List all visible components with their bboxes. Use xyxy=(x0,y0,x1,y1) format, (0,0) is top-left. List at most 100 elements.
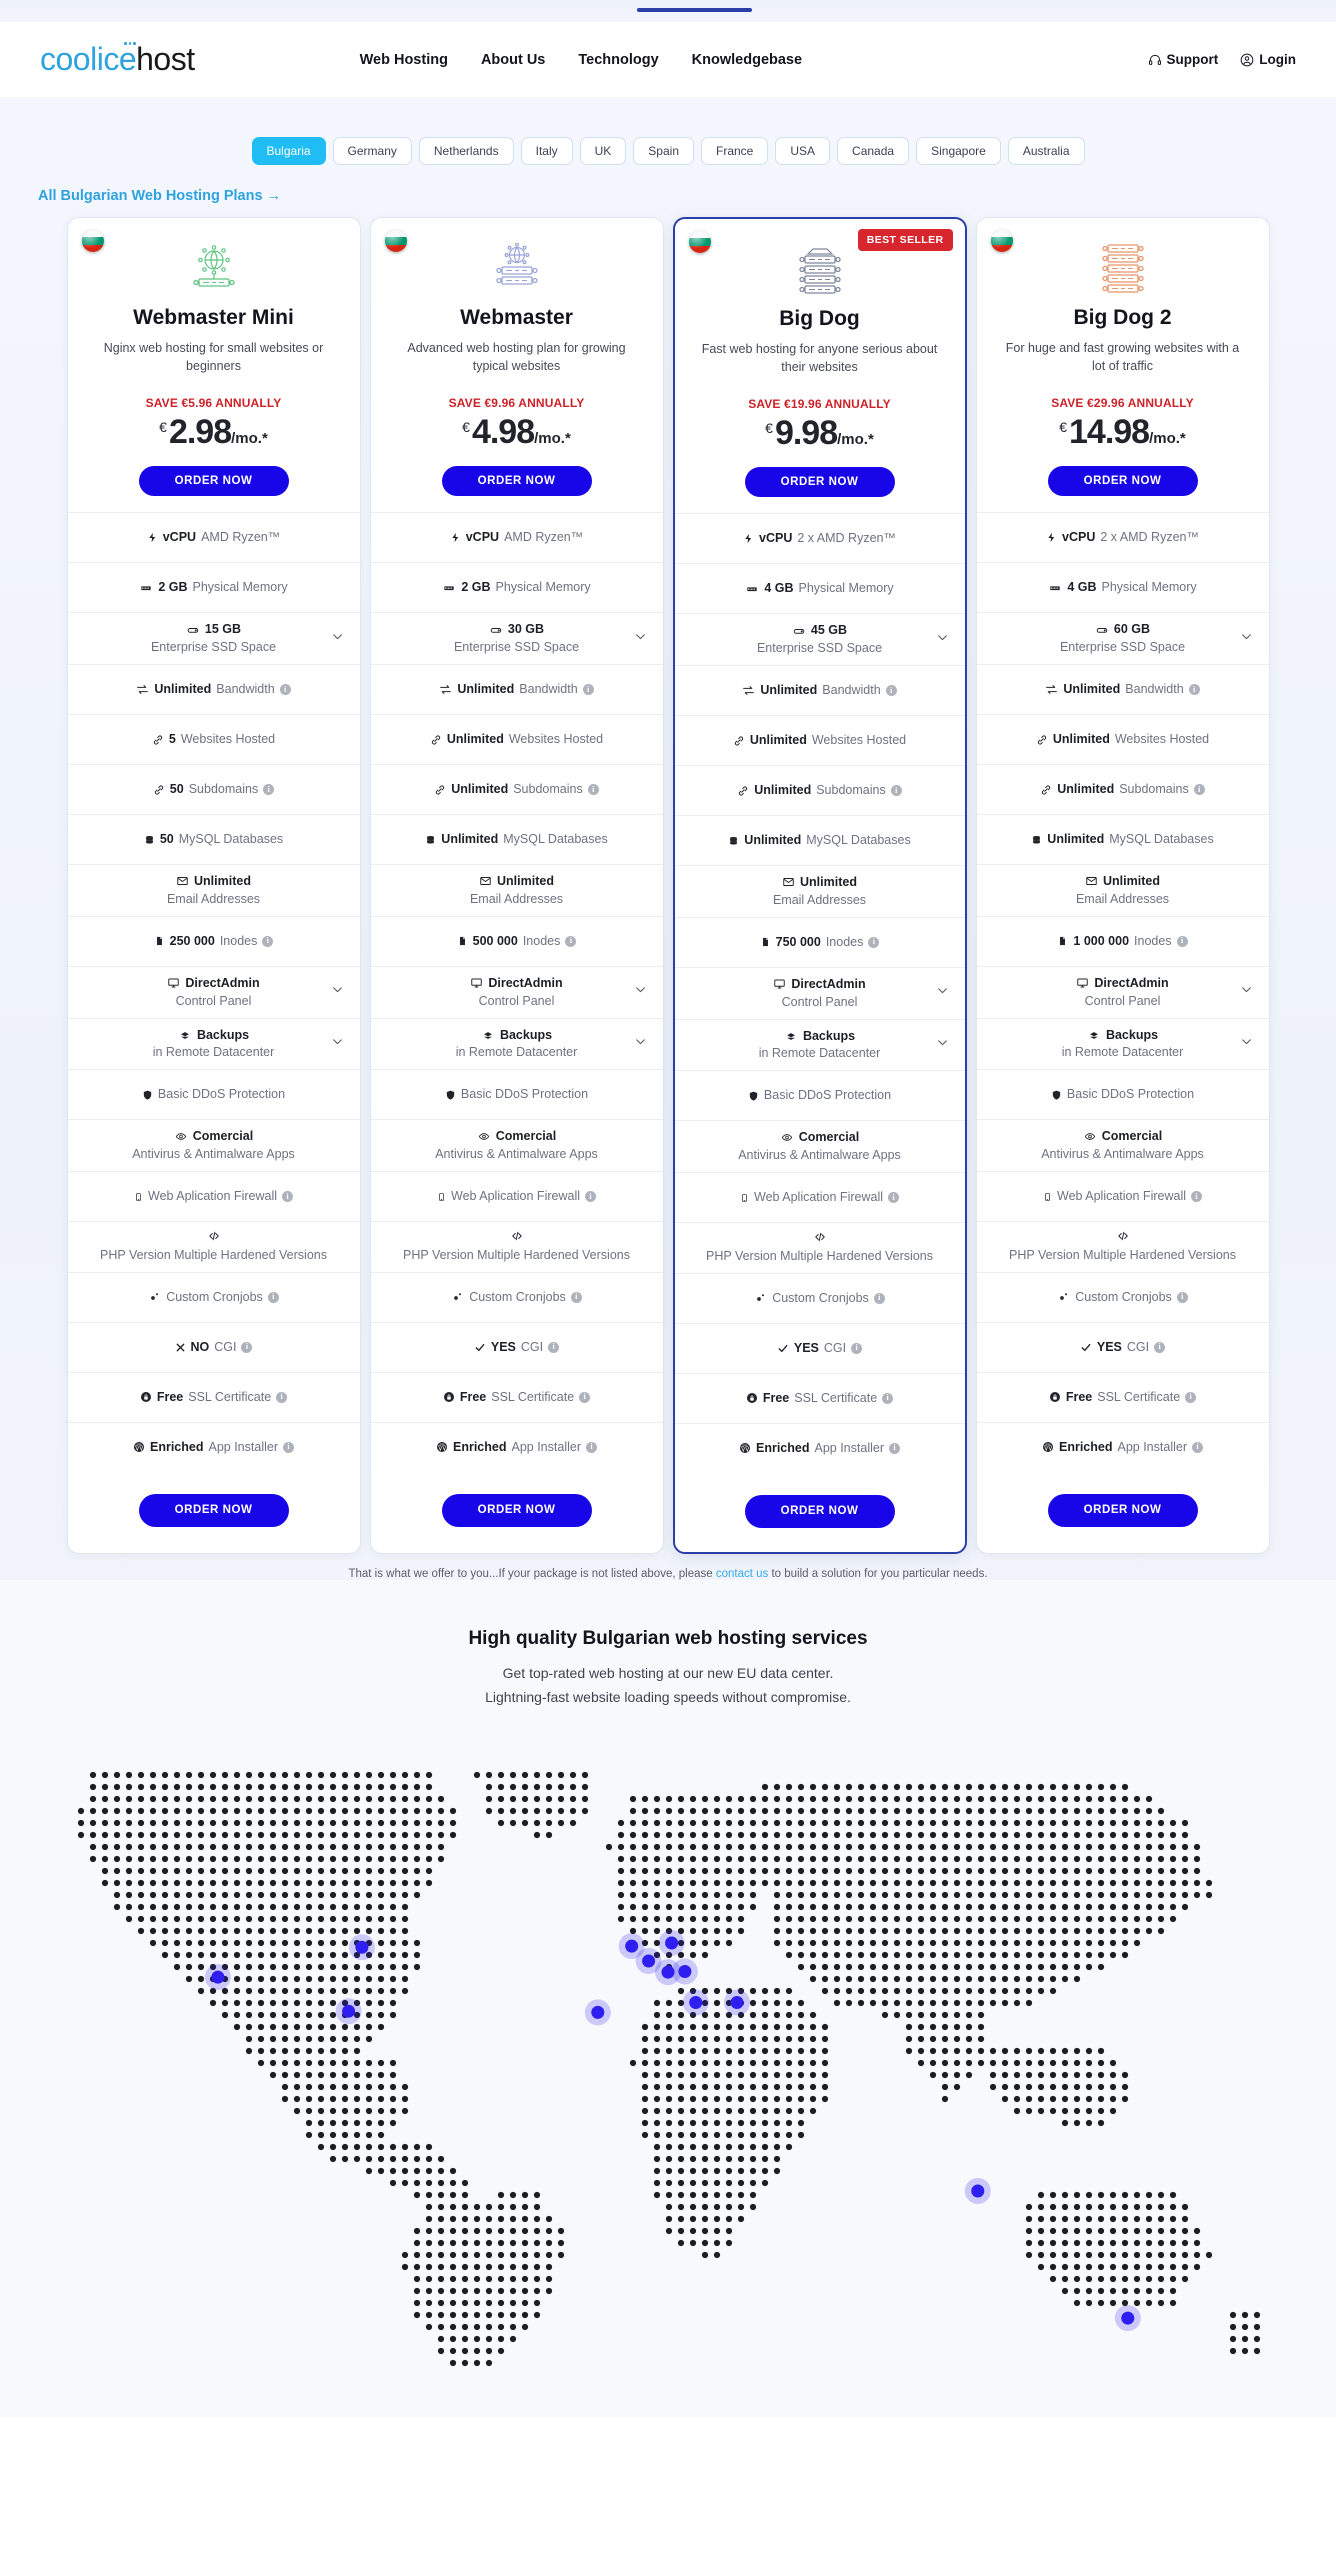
feature-value: 5 xyxy=(168,732,176,747)
feature-line-secondary: Antivirus & Antimalware Apps xyxy=(738,1148,901,1163)
chevron-down-icon[interactable] xyxy=(936,984,949,1002)
info-icon[interactable]: i xyxy=(585,1191,596,1202)
info-icon[interactable]: i xyxy=(1191,1441,1203,1453)
bolt-icon xyxy=(450,531,461,544)
info-icon[interactable]: i xyxy=(1176,935,1188,947)
info-icon[interactable]: i xyxy=(851,1342,863,1354)
chevron-down-icon[interactable] xyxy=(1240,1035,1253,1053)
chevron-down-icon[interactable] xyxy=(936,631,949,649)
feature-value: Free xyxy=(156,1389,184,1404)
info-icon[interactable]: i xyxy=(263,784,275,795)
info-icon[interactable]: i xyxy=(548,1341,560,1353)
country-tab-canada[interactable]: Canada xyxy=(837,137,910,165)
country-tab-italy[interactable]: Italy xyxy=(520,137,573,165)
support-link[interactable]: Support xyxy=(1148,52,1218,67)
plan-feature-row: vCPU 2 x AMD Ryzen™ xyxy=(674,513,965,563)
info-icon[interactable]: i xyxy=(279,684,291,695)
info-icon[interactable]: i xyxy=(888,1442,900,1454)
login-link[interactable]: Login xyxy=(1240,52,1296,67)
info-icon[interactable]: i xyxy=(582,684,594,695)
chevron-down-icon[interactable] xyxy=(1240,630,1253,648)
info-icon[interactable]: i xyxy=(570,1291,582,1303)
backup-icon xyxy=(481,1029,495,1041)
site-logo[interactable]: coolice host xyxy=(40,41,195,78)
info-icon[interactable]: i xyxy=(267,1291,279,1303)
nav-item-web-hosting[interactable]: Web Hosting xyxy=(360,52,448,68)
nav-item-knowledgebase[interactable]: Knowledgebase xyxy=(692,52,802,68)
order-now-button-top[interactable]: ORDER NOW xyxy=(744,467,895,498)
info-icon[interactable]: i xyxy=(873,1292,885,1304)
country-tab-uk[interactable]: UK xyxy=(579,137,627,165)
chevron-down-icon[interactable] xyxy=(936,1036,949,1054)
plan-feature-row: Basic DDoS Protection xyxy=(674,1070,965,1120)
plan-feature-row: DirectAdmin Control Panel xyxy=(976,965,1269,1018)
info-icon[interactable]: i xyxy=(890,785,902,796)
chevron-down-icon[interactable] xyxy=(331,1035,344,1053)
feature-value: YES xyxy=(793,1340,819,1355)
chevron-down-icon[interactable] xyxy=(1240,983,1253,1001)
info-icon[interactable]: i xyxy=(882,1392,894,1404)
chevron-down-icon[interactable] xyxy=(331,983,344,1001)
contact-us-link[interactable]: contact us xyxy=(716,1568,768,1580)
info-icon[interactable]: i xyxy=(282,1441,294,1453)
info-icon[interactable]: i xyxy=(282,1191,293,1202)
feature-line-primary: 4 GB Physical Memory xyxy=(1048,579,1197,596)
order-now-button-top[interactable]: ORDER NOW xyxy=(138,466,289,497)
nav-item-about-us[interactable]: About Us xyxy=(481,52,545,68)
info-icon[interactable]: i xyxy=(1185,1391,1197,1403)
info-icon[interactable]: i xyxy=(1191,1191,1202,1202)
feature-label: CGI xyxy=(823,1340,847,1355)
country-tab-bar: Bulgaria Germany Netherlands Italy UK Spain Fr… xyxy=(0,123,1336,171)
chevron-down-icon[interactable] xyxy=(331,630,344,648)
country-tab-spain[interactable]: Spain xyxy=(633,137,694,165)
info-icon[interactable]: i xyxy=(587,784,599,795)
chevron-down-icon[interactable] xyxy=(634,630,647,648)
info-icon[interactable]: i xyxy=(1154,1341,1166,1353)
feature-line-primary: 50 Subdomains i xyxy=(153,781,275,798)
country-tab-netherlands[interactable]: Netherlands xyxy=(418,137,514,165)
feature-label: CGI xyxy=(1126,1339,1150,1354)
info-icon[interactable]: i xyxy=(885,685,897,696)
plan-feature-row: Free SSL Certificate i xyxy=(674,1372,965,1423)
offer-note: That is what we offer to you...If your p… xyxy=(0,1554,1336,1580)
price-currency: € xyxy=(462,419,470,436)
order-now-button-top[interactable]: ORDER NOW xyxy=(441,466,592,497)
info-icon[interactable]: i xyxy=(868,936,880,948)
order-now-button-bottom[interactable]: ORDER NOW xyxy=(1047,1493,1198,1527)
info-icon[interactable]: i xyxy=(1176,1291,1188,1303)
nav-item-technology[interactable]: Technology xyxy=(578,52,658,68)
plan-feature-row: DirectAdmin Control Panel xyxy=(67,965,360,1018)
info-icon[interactable]: i xyxy=(585,1441,597,1453)
info-icon[interactable]: i xyxy=(1193,784,1205,795)
country-tab-germany[interactable]: Germany xyxy=(332,137,412,165)
feature-label: SSL Certificate xyxy=(794,1390,878,1405)
user-icon xyxy=(1240,53,1254,67)
country-tab-france[interactable]: France xyxy=(701,137,769,165)
country-tab-usa[interactable]: USA xyxy=(775,137,831,165)
order-now-button-top[interactable]: ORDER NOW xyxy=(1047,466,1198,497)
country-tab-bulgaria[interactable]: Bulgaria xyxy=(251,137,326,165)
chevron-down-icon[interactable] xyxy=(634,983,647,1001)
order-now-button-bottom[interactable]: ORDER NOW xyxy=(744,1494,895,1528)
wordpress-icon xyxy=(436,1441,448,1453)
chevron-down-icon[interactable] xyxy=(634,1035,647,1053)
feature-line-primary: Custom Cronjobs i xyxy=(148,1289,279,1306)
country-tab-australia[interactable]: Australia xyxy=(1007,137,1085,165)
bulgaria-flag-icon xyxy=(688,231,711,253)
order-now-button-bottom[interactable]: ORDER NOW xyxy=(441,1493,592,1527)
plan-price: € 9.98 /mo.* xyxy=(675,414,965,453)
info-icon[interactable]: i xyxy=(276,1391,288,1403)
info-icon[interactable]: i xyxy=(262,935,274,947)
backup-icon xyxy=(178,1029,192,1041)
feature-label: SSL Certificate xyxy=(491,1389,575,1404)
info-icon[interactable]: i xyxy=(888,1192,899,1203)
info-icon[interactable]: i xyxy=(579,1391,591,1403)
plan-price: € 14.98 /mo.* xyxy=(977,413,1269,452)
country-tab-singapore[interactable]: Singapore xyxy=(916,137,1001,165)
all-plans-link[interactable]: All Bulgarian Web Hosting Plans → xyxy=(38,188,281,204)
info-icon[interactable]: i xyxy=(241,1341,253,1353)
info-icon[interactable]: i xyxy=(1188,684,1200,695)
plan-feature-row: vCPU AMD Ryzen™ xyxy=(370,512,663,562)
order-now-button-bottom[interactable]: ORDER NOW xyxy=(138,1493,289,1527)
info-icon[interactable]: i xyxy=(565,935,577,947)
